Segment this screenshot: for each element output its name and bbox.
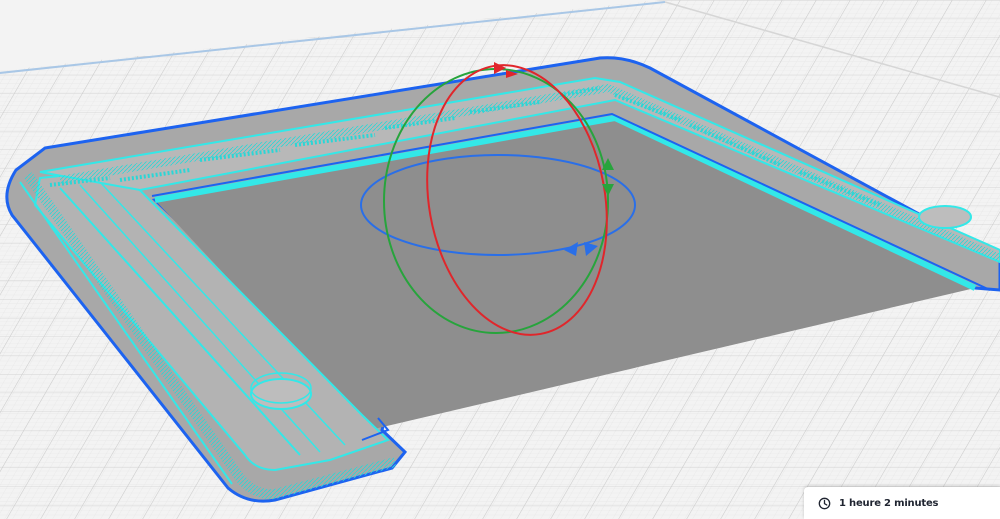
- 3d-viewport[interactable]: [0, 0, 1000, 519]
- clock-icon: [818, 497, 831, 509]
- boss-left: [250, 378, 312, 410]
- print-time-label: 1 heure 2 minutes: [839, 497, 939, 509]
- boss-right: [918, 205, 972, 229]
- print-time-panel[interactable]: 1 heure 2 minutes: [804, 487, 1000, 519]
